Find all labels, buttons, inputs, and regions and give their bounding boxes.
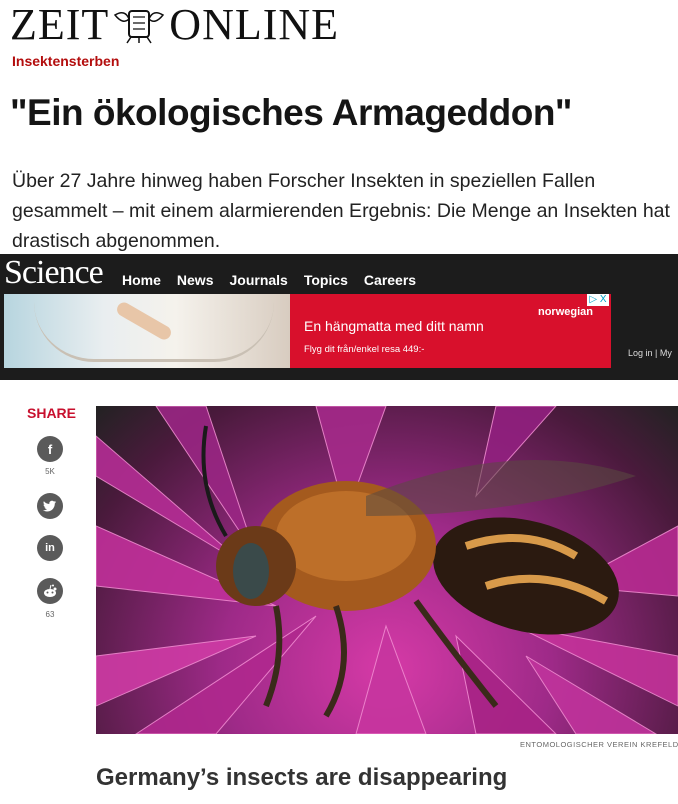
reddit-share-count: 63 [45, 610, 55, 619]
linkedin-icon: in [45, 542, 55, 554]
facebook-icon: f [47, 441, 53, 457]
bee-on-flower-photo [96, 406, 678, 734]
article-headline[interactable]: "Ein ökologisches Armageddon" [10, 92, 572, 134]
nav-journals[interactable]: Journals [229, 272, 287, 288]
science-article-title[interactable]: Germany’s insects are disappearing [96, 764, 507, 792]
zeit-online-logo[interactable]: ZEIT ONLINE [10, 0, 340, 49]
science-nav: Home News Journals Topics Careers [122, 272, 416, 288]
photo-credit: ENTOMOLOGISCHER VEREIN KREFELD [520, 740, 678, 749]
linkedin-share-button[interactable]: in [37, 535, 63, 561]
nav-home[interactable]: Home [122, 272, 161, 288]
share-label: SHARE [27, 405, 77, 421]
reddit-share-button[interactable] [37, 578, 63, 604]
nav-topics[interactable]: Topics [304, 272, 348, 288]
science-header: Science Home News Journals Topics Career… [0, 254, 678, 380]
nav-news[interactable]: News [177, 272, 214, 288]
ad-text-panel[interactable]: norwegian En hängmatta med ditt namn Fly… [290, 294, 611, 368]
reddit-icon [44, 584, 57, 597]
ad-close-icon[interactable]: ▷ X [587, 294, 609, 306]
ad-brand: norwegian [537, 306, 593, 318]
eagle-crest-icon [114, 10, 165, 44]
nav-careers[interactable]: Careers [364, 272, 416, 288]
bee-illustration [96, 406, 678, 734]
login-link[interactable]: Log in | My [628, 348, 672, 358]
facebook-share-count: 5K [45, 467, 55, 476]
twitter-share-button[interactable] [37, 493, 63, 519]
ad-subline: Flyg dit från/enkel resa 449:- [304, 344, 425, 355]
advertisement-banner[interactable]: norwegian En hängmatta med ditt namn Fly… [4, 294, 611, 368]
logo-text-online: ONLINE [169, 0, 340, 49]
article-teaser: Über 27 Jahre hinweg haben Forscher Inse… [12, 170, 670, 252]
facebook-share-button[interactable]: f [37, 436, 63, 462]
twitter-icon [43, 500, 56, 512]
article-kicker[interactable]: Insektensterben [12, 53, 119, 69]
ad-hammock-image [4, 294, 290, 368]
science-logo[interactable]: Science [4, 254, 104, 292]
ad-headline: En hängmatta med ditt namn [304, 318, 484, 334]
logo-text-zeit: ZEIT [10, 0, 110, 49]
